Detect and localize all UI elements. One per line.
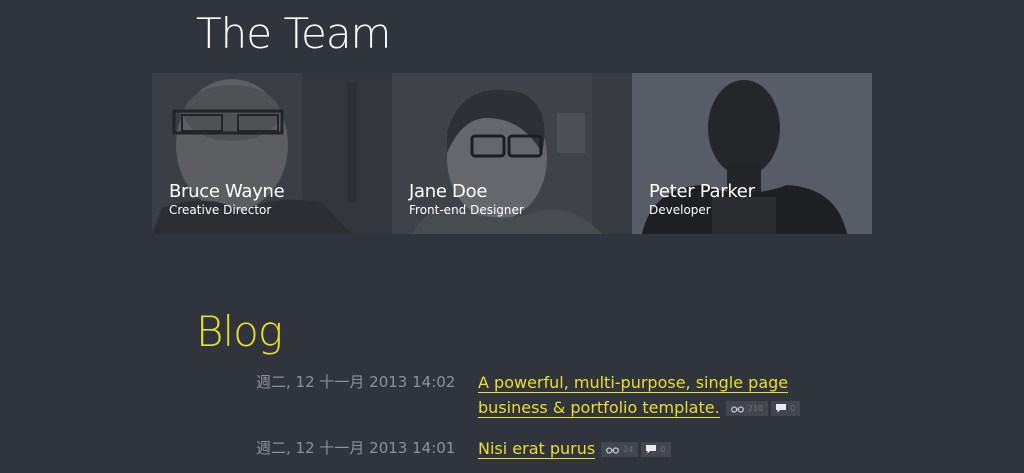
comments-badge: 0 <box>641 442 671 457</box>
page: The Team Bruce Wayne Creative Director J… <box>0 0 1024 473</box>
comments-badge: 0 <box>770 401 801 416</box>
blog-post-item: 週二, 12 十一月 2013 14:02 A powerful, multi-… <box>256 370 818 420</box>
glasses-icon <box>606 447 620 454</box>
blog-post-item: 週二, 12 十一月 2013 14:01 Nisi erat purus 24 0 <box>256 436 818 461</box>
member-role: Front-end Designer <box>409 203 524 217</box>
team-grid: Bruce Wayne Creative Director Jane Doe F… <box>152 73 872 234</box>
comment-icon <box>646 445 657 454</box>
member-name: Peter Parker <box>649 181 755 202</box>
member-info: Jane Doe Front-end Designer <box>409 181 524 218</box>
comment-icon <box>775 404 786 413</box>
post-date: 週二, 12 十一月 2013 14:02 <box>256 373 456 391</box>
post-body: Nisi erat purus 24 0 <box>478 436 818 461</box>
comments-count: 0 <box>789 404 796 413</box>
member-name: Bruce Wayne <box>169 181 285 202</box>
member-name: Jane Doe <box>409 181 488 202</box>
blog-heading: Blog <box>196 307 283 356</box>
team-member-card[interactable]: Jane Doe Front-end Designer <box>392 73 632 234</box>
views-badge: 24 <box>601 442 639 457</box>
post-date: 週二, 12 十一月 2013 14:01 <box>256 439 456 457</box>
team-member-card[interactable]: Peter Parker Developer <box>632 73 872 234</box>
member-role: Developer <box>649 203 711 217</box>
team-member-card[interactable]: Bruce Wayne Creative Director <box>152 73 392 234</box>
member-role: Creative Director <box>169 203 272 217</box>
views-badge: 210 <box>725 401 768 416</box>
views-count: 210 <box>747 404 763 413</box>
post-body: A powerful, multi-purpose, single page b… <box>478 370 818 420</box>
views-count: 24 <box>623 445 634 454</box>
glasses-icon <box>730 406 744 413</box>
member-info: Peter Parker Developer <box>649 181 755 218</box>
team-heading: The Team <box>196 9 391 58</box>
post-title-link[interactable]: Nisi erat purus <box>478 439 596 459</box>
member-info: Bruce Wayne Creative Director <box>169 181 285 218</box>
comments-count: 0 <box>660 445 666 454</box>
